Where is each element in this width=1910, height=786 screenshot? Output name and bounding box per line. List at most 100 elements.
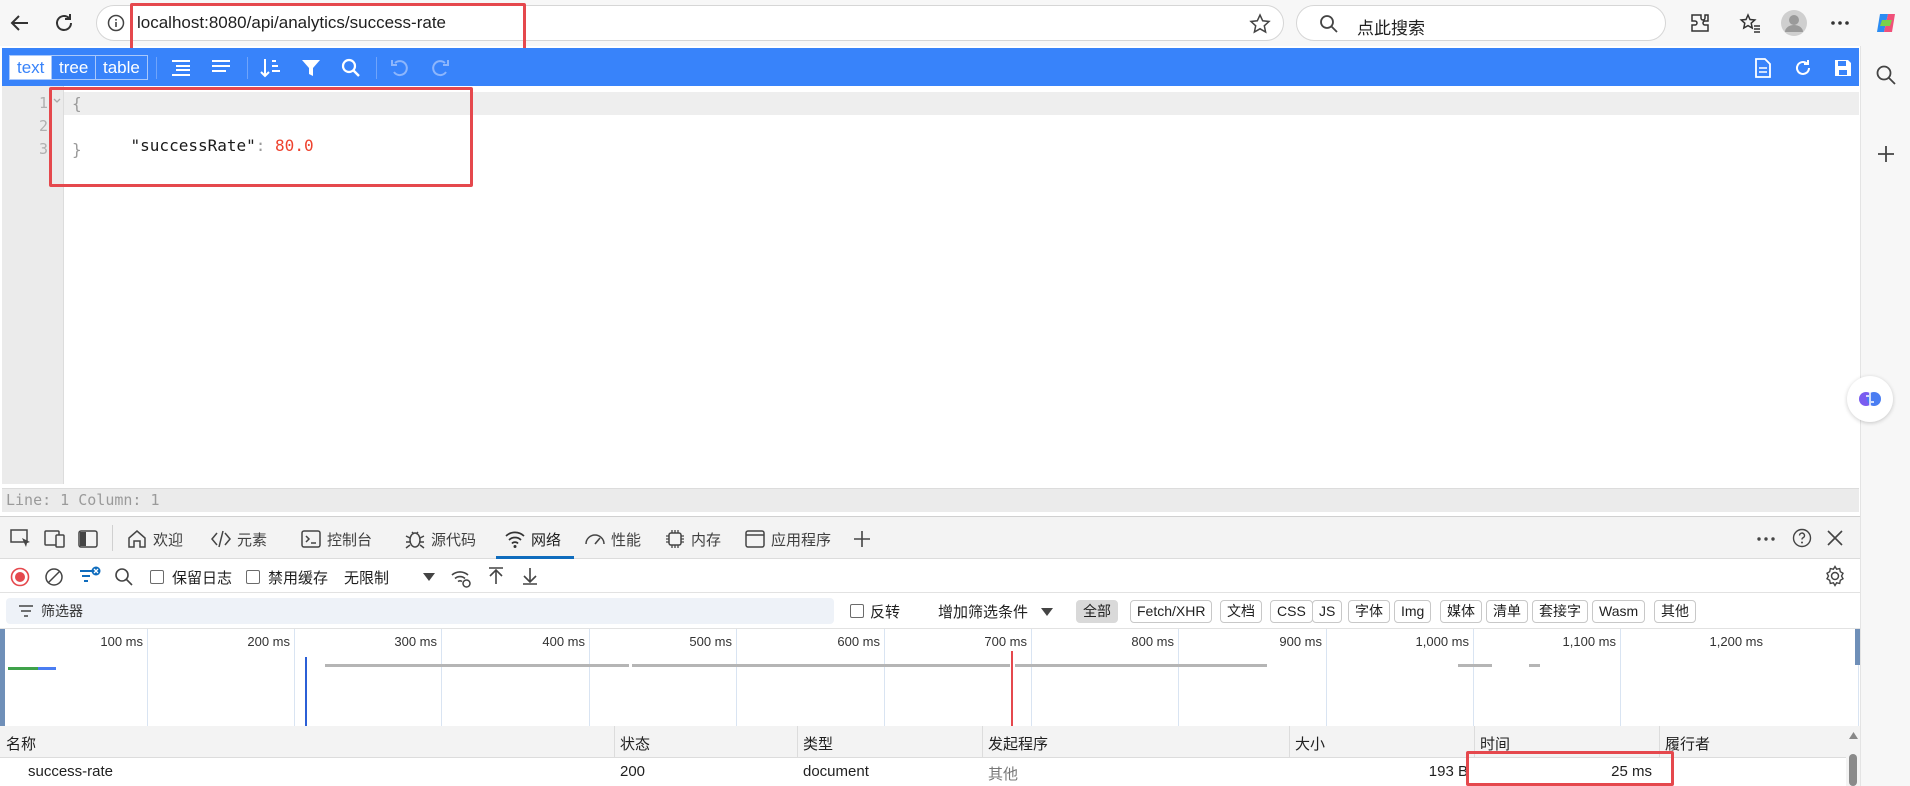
type-filter-socket[interactable]: 套接字 <box>1532 600 1588 623</box>
export-har-icon[interactable] <box>520 566 540 586</box>
undo-icon[interactable] <box>388 56 412 80</box>
search-icon <box>1319 14 1339 34</box>
redo-icon[interactable] <box>428 56 452 80</box>
column-header-size[interactable]: 大小 <box>1295 733 1325 754</box>
profile-avatar[interactable] <box>1780 9 1808 37</box>
sidebar-search-icon[interactable] <box>1875 64 1897 86</box>
tab-label: 网络 <box>531 531 562 549</box>
mode-tree-button[interactable]: tree <box>51 55 97 80</box>
tab-performance[interactable]: 性能 <box>584 527 641 551</box>
save-icon[interactable] <box>1831 56 1855 80</box>
favorite-star-icon[interactable] <box>1249 13 1271 35</box>
type-filter-all[interactable]: 全部 <box>1076 600 1118 623</box>
clear-icon[interactable] <box>44 567 64 587</box>
tab-label: 性能 <box>611 531 642 549</box>
search-icon[interactable] <box>114 567 134 587</box>
chip-icon <box>666 530 684 548</box>
request-status: 200 <box>620 763 646 780</box>
copilot-icon[interactable] <box>1872 9 1900 37</box>
timeline-tick-label: 300 ms <box>394 634 437 649</box>
scrollbar-thumb[interactable] <box>1849 754 1857 786</box>
tab-network[interactable]: 网络 <box>504 527 561 551</box>
request-name[interactable]: success-rate <box>28 763 113 780</box>
help-icon[interactable] <box>1792 528 1812 548</box>
type-filter-font[interactable]: 字体 <box>1348 600 1390 623</box>
column-header-type[interactable]: 类型 <box>803 733 833 754</box>
import-har-icon[interactable] <box>486 566 506 586</box>
filter-lines-icon <box>18 604 34 618</box>
chevron-down-icon[interactable] <box>422 572 436 582</box>
more-filters-dropdown[interactable]: 增加筛选条件 <box>938 601 1028 622</box>
timeline-right-handle[interactable] <box>1855 629 1860 665</box>
disable-cache-checkbox[interactable] <box>246 570 260 584</box>
ai-brain-icon[interactable] <box>1847 376 1893 422</box>
filter-toggle-icon[interactable] <box>78 565 102 587</box>
sort-icon[interactable] <box>259 56 283 80</box>
type-filter-css[interactable]: CSS <box>1270 600 1313 623</box>
record-stop-icon[interactable] <box>10 567 30 587</box>
filter-funnel-icon[interactable] <box>299 56 323 80</box>
tab-welcome[interactable]: 欢迎 <box>126 527 183 551</box>
request-bar <box>38 667 56 670</box>
chevron-down-icon[interactable] <box>1040 607 1054 617</box>
request-table-scrollbar[interactable] <box>1846 726 1860 786</box>
column-header-initiator[interactable]: 发起程序 <box>988 733 1048 754</box>
editor-status-line: Line: 1 Column: 1 <box>2 488 1859 512</box>
mode-text-button[interactable]: text <box>9 55 53 80</box>
type-filter-img[interactable]: Img <box>1394 600 1432 623</box>
tab-sources[interactable]: 源代码 <box>404 527 476 551</box>
timeline-tick-label: 600 ms <box>837 634 880 649</box>
more-options-icon[interactable] <box>1826 9 1854 37</box>
search-icon[interactable] <box>339 56 363 80</box>
type-filter-doc[interactable]: 文档 <box>1220 600 1262 623</box>
invert-checkbox[interactable] <box>850 604 864 618</box>
tab-elements[interactable]: 元素 <box>210 527 267 551</box>
dock-side-icon[interactable] <box>78 529 98 549</box>
type-filter-manifest[interactable]: 清单 <box>1486 600 1528 623</box>
scroll-up-arrow-icon[interactable] <box>1849 732 1858 739</box>
type-filter-fetch-xhr[interactable]: Fetch/XHR <box>1130 600 1213 623</box>
type-filter-other[interactable]: 其他 <box>1654 600 1696 623</box>
timeline-tick-label: 1,000 ms <box>1415 634 1469 649</box>
timeline-tick-label: 500 ms <box>689 634 732 649</box>
tab-console[interactable]: 控制台 <box>300 527 372 551</box>
inspect-element-icon[interactable] <box>10 529 32 549</box>
sidebar-add-icon[interactable] <box>1876 144 1896 164</box>
toolbar-divider <box>156 57 157 79</box>
timeline-tick-label: 100 ms <box>100 634 143 649</box>
refresh-icon[interactable] <box>1791 56 1815 80</box>
request-bar <box>1458 664 1492 667</box>
filter-placeholder: 筛选器 <box>41 603 83 619</box>
type-filter-wasm[interactable]: Wasm <box>1592 600 1646 623</box>
json-editor[interactable]: 1 2 3 { "successRate": 80.0 } <box>2 86 1859 488</box>
reload-icon[interactable] <box>50 9 78 37</box>
filter-input[interactable]: 筛选器 <box>6 598 834 624</box>
close-devtools-icon[interactable] <box>1826 529 1844 547</box>
invert-label: 反转 <box>870 604 901 621</box>
devtools-more-icon[interactable] <box>1756 529 1776 549</box>
type-filter-js[interactable]: JS <box>1312 600 1343 623</box>
preserve-log-checkbox[interactable] <box>150 570 164 584</box>
mode-table-button[interactable]: table <box>95 55 148 80</box>
search-box[interactable]: 点此搜索 <box>1296 5 1666 41</box>
tab-application[interactable]: 应用程序 <box>744 527 831 551</box>
type-filter-media[interactable]: 媒体 <box>1440 600 1482 623</box>
column-header-name[interactable]: 名称 <box>6 733 36 754</box>
tab-label: 源代码 <box>431 531 477 549</box>
tab-memory[interactable]: 内存 <box>664 527 721 551</box>
column-header-status[interactable]: 状态 <box>620 733 650 754</box>
network-settings-gear-icon[interactable] <box>1824 565 1846 587</box>
site-info-icon[interactable] <box>107 14 125 32</box>
throttling-select[interactable]: 无限制 <box>344 567 389 588</box>
extensions-icon[interactable] <box>1686 9 1714 37</box>
favorites-icon[interactable] <box>1736 9 1764 37</box>
back-arrow-icon[interactable] <box>6 9 34 37</box>
document-icon[interactable] <box>1751 56 1775 80</box>
line-number: 2 <box>38 117 48 135</box>
format-icon[interactable] <box>169 56 193 80</box>
add-tab-icon[interactable] <box>852 529 872 549</box>
network-conditions-icon[interactable] <box>450 567 472 589</box>
device-emulation-icon[interactable] <box>44 529 66 549</box>
compact-icon[interactable] <box>209 56 233 80</box>
timeline-tick-label: 200 ms <box>247 634 290 649</box>
